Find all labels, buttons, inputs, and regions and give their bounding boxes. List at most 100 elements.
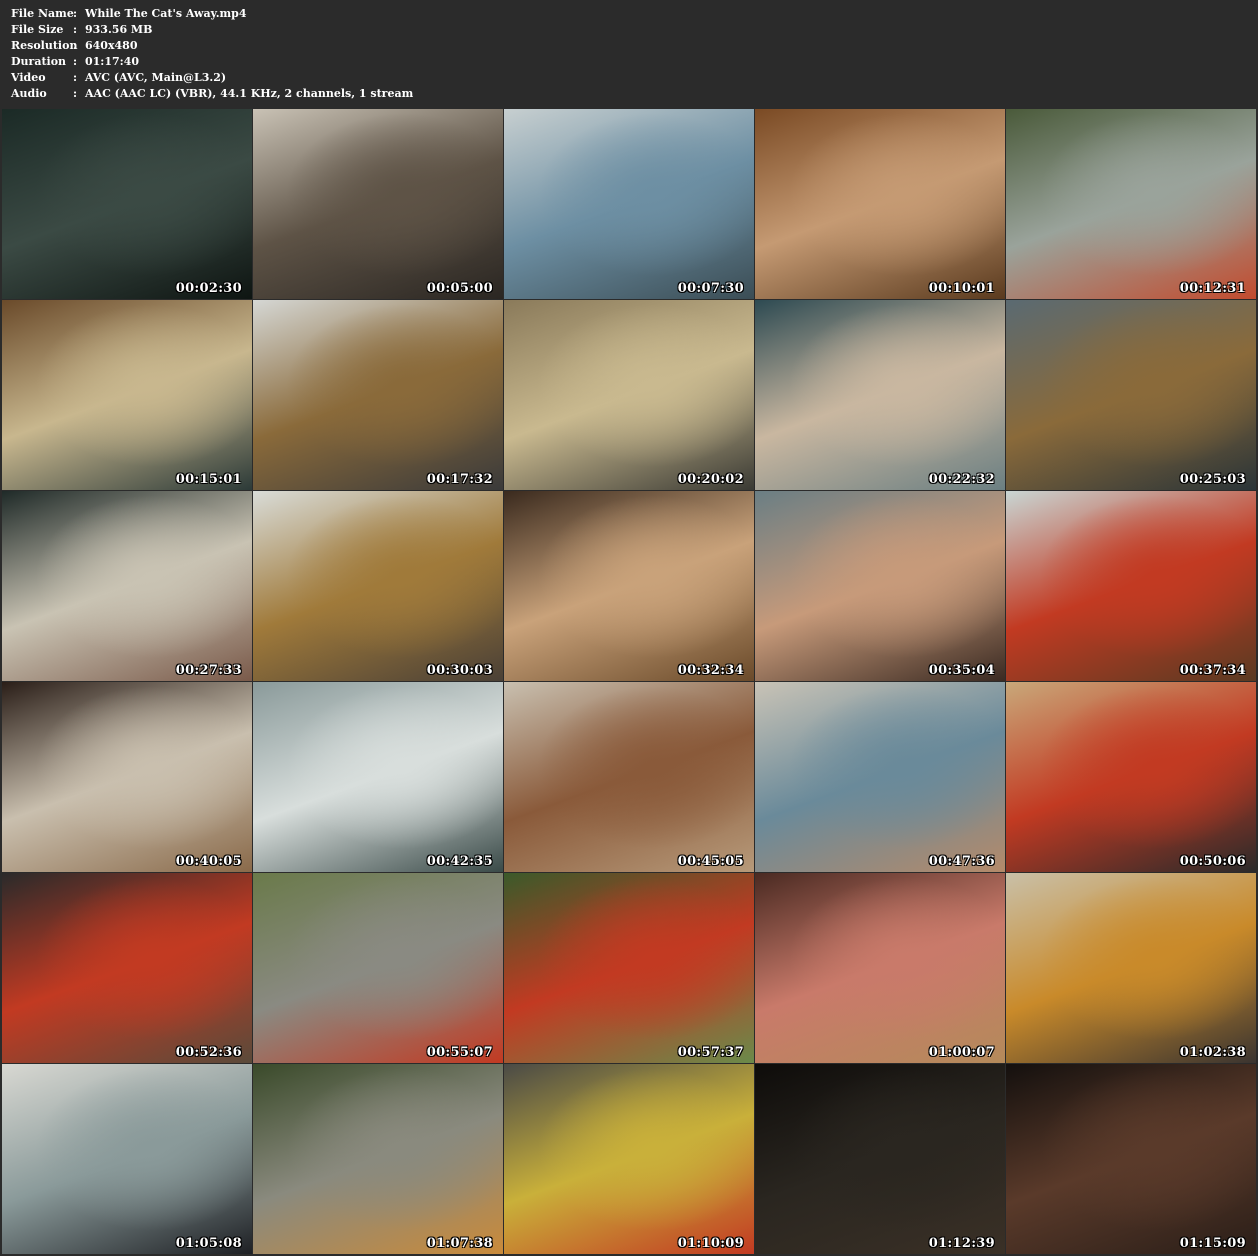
video-thumbnail: 01:10:09 xyxy=(504,1064,754,1254)
video-thumbnail: 00:37:34 xyxy=(1006,491,1256,681)
info-separator: : xyxy=(73,7,78,20)
thumbnail-timestamp: 00:02:30 xyxy=(175,281,242,296)
thumbnail-frame-image xyxy=(755,1064,1005,1254)
thumbnail-timestamp: 00:42:35 xyxy=(426,854,493,869)
video-thumbnail: 00:47:36 xyxy=(755,682,1005,872)
info-value: 640x480 xyxy=(85,39,138,52)
thumbnail-frame-image xyxy=(2,682,252,872)
video-thumbnail: 00:02:30 xyxy=(2,109,252,299)
info-label: File Name xyxy=(11,7,74,20)
thumbnail-timestamp: 00:07:30 xyxy=(677,281,744,296)
video-thumbnail: 00:35:04 xyxy=(755,491,1005,681)
thumbnail-frame-image xyxy=(1006,1064,1256,1254)
thumbnail-timestamp: 00:40:05 xyxy=(175,854,242,869)
video-thumbnail: 00:57:37 xyxy=(504,873,754,1063)
thumbnail-frame-image xyxy=(253,300,503,490)
thumbnail-frame-image xyxy=(755,300,1005,490)
thumbnail-timestamp: 00:35:04 xyxy=(928,663,995,678)
thumbnail-timestamp: 00:32:34 xyxy=(677,663,744,678)
info-value: AVC (AVC, Main@L3.2) xyxy=(85,71,227,84)
info-label: File Size xyxy=(11,23,64,36)
thumbnail-frame-image xyxy=(2,300,252,490)
thumbnail-frame-image xyxy=(504,300,754,490)
video-thumbnail: 00:07:30 xyxy=(504,109,754,299)
thumbnail-timestamp: 00:27:33 xyxy=(175,663,242,678)
thumbnail-timestamp: 00:25:03 xyxy=(1179,472,1246,487)
video-thumbnail: 00:05:00 xyxy=(253,109,503,299)
thumbnail-timestamp: 01:00:07 xyxy=(928,1045,995,1060)
video-thumbnail: 00:17:32 xyxy=(253,300,503,490)
video-thumbnail: 00:52:36 xyxy=(2,873,252,1063)
thumbnail-frame-image xyxy=(253,109,503,299)
thumbnail-timestamp: 00:55:07 xyxy=(426,1045,493,1060)
video-thumbnail: 01:15:09 xyxy=(1006,1064,1256,1254)
thumbnail-frame-image xyxy=(504,1064,754,1254)
video-thumbnail: 00:55:07 xyxy=(253,873,503,1063)
thumbnail-timestamp: 00:20:02 xyxy=(677,472,744,487)
thumbnail-timestamp: 00:05:00 xyxy=(426,281,493,296)
thumbnail-frame-image xyxy=(1006,491,1256,681)
info-value: 933.56 MB xyxy=(85,23,153,36)
thumbnail-timestamp: 01:10:09 xyxy=(677,1236,744,1251)
thumbnail-timestamp: 00:17:32 xyxy=(426,472,493,487)
thumbnail-frame-image xyxy=(253,873,503,1063)
video-thumbnail: 00:22:32 xyxy=(755,300,1005,490)
video-thumbnail: 01:07:38 xyxy=(253,1064,503,1254)
info-label: Audio xyxy=(11,87,47,100)
thumbnail-frame-image xyxy=(504,491,754,681)
info-label: Video xyxy=(11,71,46,84)
video-thumbnail: 01:05:08 xyxy=(2,1064,252,1254)
thumbnail-timestamp: 00:30:03 xyxy=(426,663,493,678)
info-row: Resolution:640x480 xyxy=(11,38,413,54)
info-value: AAC (AAC LC) (VBR), 44.1 KHz, 2 channels… xyxy=(85,87,414,100)
video-thumbnail: 00:32:34 xyxy=(504,491,754,681)
thumbnail-timestamp: 00:15:01 xyxy=(175,472,242,487)
video-thumbnail: 00:50:06 xyxy=(1006,682,1256,872)
thumbnail-frame-image xyxy=(2,1064,252,1254)
thumbnail-timestamp: 01:02:38 xyxy=(1179,1045,1246,1060)
video-thumbnail: 00:30:03 xyxy=(253,491,503,681)
thumbnail-frame-image xyxy=(755,873,1005,1063)
thumbnail-timestamp: 01:07:38 xyxy=(426,1236,493,1251)
thumbnail-timestamp: 00:52:36 xyxy=(175,1045,242,1060)
thumbnail-frame-image xyxy=(253,1064,503,1254)
thumbnail-timestamp: 01:05:08 xyxy=(175,1236,242,1251)
video-thumbnail: 00:45:05 xyxy=(504,682,754,872)
video-thumbnail: 00:40:05 xyxy=(2,682,252,872)
thumbnail-frame-image xyxy=(253,682,503,872)
thumbnail-timestamp: 00:50:06 xyxy=(1179,854,1246,869)
video-thumbnail: 01:00:07 xyxy=(755,873,1005,1063)
video-thumbnail: 01:02:38 xyxy=(1006,873,1256,1063)
thumbnail-frame-image xyxy=(755,682,1005,872)
thumbnail-frame-image xyxy=(2,491,252,681)
thumbnail-frame-image xyxy=(2,873,252,1063)
thumbnail-timestamp: 01:15:09 xyxy=(1179,1236,1246,1251)
thumbnail-frame-image xyxy=(504,873,754,1063)
video-thumbnail: 00:15:01 xyxy=(2,300,252,490)
thumbnail-timestamp: 00:37:34 xyxy=(1179,663,1246,678)
info-value: While The Cat's Away.mp4 xyxy=(85,7,247,20)
video-thumbnail: 00:20:02 xyxy=(504,300,754,490)
thumbnail-frame-image xyxy=(504,109,754,299)
thumbnail-timestamp: 00:57:37 xyxy=(677,1045,744,1060)
info-separator: : xyxy=(73,71,78,84)
info-label: Resolution xyxy=(11,39,78,52)
info-separator: : xyxy=(73,87,78,100)
thumbnail-timestamp: 00:10:01 xyxy=(928,281,995,296)
info-row: File Size:933.56 MB xyxy=(11,22,413,38)
video-thumbnail: 01:12:39 xyxy=(755,1064,1005,1254)
thumbnail-frame-image xyxy=(1006,873,1256,1063)
info-separator: : xyxy=(73,55,78,68)
thumbnail-frame-image xyxy=(2,109,252,299)
info-separator: : xyxy=(73,39,78,52)
thumbnail-timestamp: 00:47:36 xyxy=(928,854,995,869)
file-info-panel: File Name: While The Cat's Away.mp4 File S… xyxy=(11,6,413,102)
thumbnail-frame-image xyxy=(1006,109,1256,299)
thumbnail-timestamp: 00:12:31 xyxy=(1179,281,1246,296)
video-thumbnail: 00:25:03 xyxy=(1006,300,1256,490)
info-row: Audio: AAC (AAC LC) (VBR), 44.1 KHz, 2 ch… xyxy=(11,86,413,102)
info-row: File Name: While The Cat's Away.mp4 xyxy=(11,6,413,22)
thumbnail-timestamp: 01:12:39 xyxy=(928,1236,995,1251)
thumbnail-frame-image xyxy=(755,491,1005,681)
video-thumbnail: 00:27:33 xyxy=(2,491,252,681)
